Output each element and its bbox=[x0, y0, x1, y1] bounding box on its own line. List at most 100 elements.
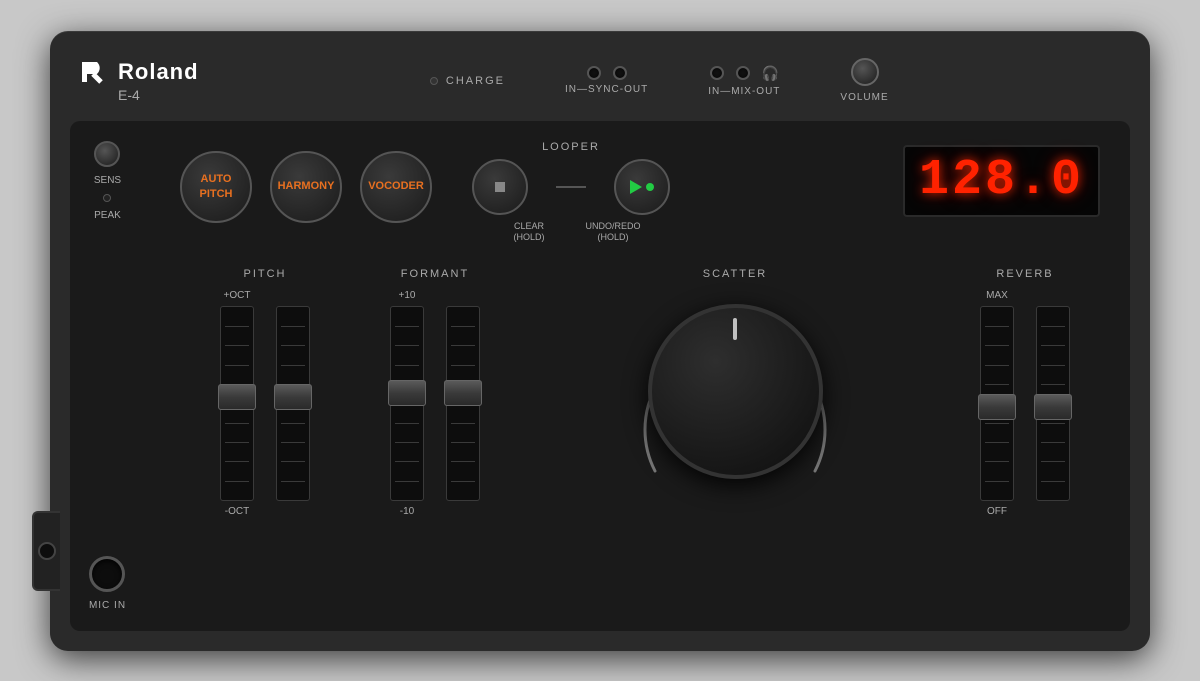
mic-in-protrusion bbox=[32, 511, 60, 591]
reverb-sliders: MAX bbox=[980, 290, 1070, 517]
scatter-knob-area bbox=[648, 304, 823, 479]
sync-in-port[interactable] bbox=[587, 66, 601, 80]
display-box: 128.0 bbox=[903, 145, 1100, 217]
looper-play-button[interactable] bbox=[614, 159, 670, 215]
headphone-icon: 🎧 bbox=[762, 65, 779, 82]
sync-ports-label: IN—SYNC-OUT bbox=[565, 84, 648, 95]
top-row: AUTOPITCH HARMONY VOCODER LOOPER bbox=[180, 141, 1100, 244]
formant-section: FORMANT +10 bbox=[350, 268, 520, 517]
reverb-slider-2-container: MAX bbox=[1036, 290, 1070, 517]
vocoder-button[interactable]: VOCODER bbox=[360, 151, 432, 223]
scatter-knob[interactable] bbox=[648, 304, 823, 479]
volume-area: VOLUME bbox=[840, 58, 888, 103]
formant-slider-2[interactable] bbox=[444, 380, 482, 406]
formant-top-label: +10 bbox=[399, 290, 416, 301]
peak-label: PEAK bbox=[94, 210, 121, 221]
mic-in-jack[interactable] bbox=[89, 556, 125, 592]
pitch-top-label: +OCT bbox=[224, 290, 251, 301]
volume-label: VOLUME bbox=[840, 92, 888, 103]
left-section: SENS PEAK MIC IN bbox=[70, 121, 145, 631]
looper-buttons bbox=[472, 159, 670, 215]
reverb-slider-1-container: MAX bbox=[980, 290, 1014, 517]
formant-bottom-label: -10 bbox=[400, 506, 414, 517]
charge-area: CHARGE bbox=[430, 75, 505, 87]
reverb-bottom-label: OFF bbox=[987, 506, 1007, 517]
mic-in-label: MIC IN bbox=[89, 600, 126, 611]
display-value: 128.0 bbox=[919, 152, 1084, 209]
peak-led bbox=[103, 194, 111, 202]
reverb-title: REVERB bbox=[996, 268, 1053, 280]
harmony-label: HARMONY bbox=[278, 180, 335, 193]
sync-ports-row bbox=[587, 66, 627, 80]
pitch-slider-2[interactable] bbox=[274, 384, 312, 410]
charge-label: CHARGE bbox=[446, 75, 505, 87]
sens-knob[interactable] bbox=[94, 141, 120, 167]
formant-slider-1[interactable] bbox=[388, 380, 426, 406]
roland-logo: Roland bbox=[80, 59, 199, 85]
pitch-slider-2-track bbox=[276, 306, 310, 501]
formant-slider-1-container: +10 bbox=[390, 290, 424, 517]
pitch-bottom-label: -OCT bbox=[225, 506, 249, 517]
brand-name: Roland bbox=[118, 59, 199, 85]
content-area: AUTOPITCH HARMONY VOCODER LOOPER bbox=[180, 141, 1100, 611]
reverb-slider-1-track bbox=[980, 306, 1014, 501]
play-icon bbox=[630, 180, 642, 194]
harmony-button[interactable]: HARMONY bbox=[270, 151, 342, 223]
sync-out-port[interactable] bbox=[613, 66, 627, 80]
charge-led bbox=[430, 77, 438, 85]
effect-buttons: AUTOPITCH HARMONY VOCODER bbox=[180, 141, 432, 223]
roland-e4-device: Roland E-4 CHARGE IN—SYNC-OUT bbox=[50, 31, 1150, 651]
bottom-row: PITCH +OCT bbox=[180, 268, 1100, 517]
reverb-slider-2[interactable] bbox=[1034, 394, 1072, 420]
vocoder-label: VOCODER bbox=[368, 180, 424, 193]
pitch-slider-2-container: +OCT bbox=[276, 290, 310, 517]
auto-pitch-label: AUTOPITCH bbox=[200, 172, 233, 201]
mix-in-port[interactable] bbox=[710, 66, 724, 80]
formant-slider-2-container: +10 bbox=[446, 290, 480, 517]
mic-in-connector[interactable] bbox=[38, 542, 56, 560]
mix-ports-label: IN—MIX-OUT bbox=[708, 86, 780, 97]
stop-icon bbox=[495, 182, 505, 192]
pitch-section: PITCH +OCT bbox=[180, 268, 350, 517]
reverb-slider-2-track bbox=[1036, 306, 1070, 501]
record-icon bbox=[646, 183, 654, 191]
sens-label: SENS bbox=[94, 175, 121, 186]
pitch-slider-1-track bbox=[220, 306, 254, 501]
display-section: 128.0 bbox=[903, 141, 1100, 217]
pitch-slider-1[interactable] bbox=[218, 384, 256, 410]
scatter-section: SCATTER bbox=[520, 268, 950, 479]
formant-slider-1-track bbox=[390, 306, 424, 501]
pitch-sliders: +OCT bbox=[220, 290, 310, 517]
model-name: E-4 bbox=[118, 87, 199, 103]
top-center: CHARGE IN—SYNC-OUT 🎧 IN—MIX-OUT bbox=[199, 58, 1120, 103]
looper-title: LOOPER bbox=[542, 141, 600, 153]
sens-section: SENS PEAK bbox=[94, 141, 121, 221]
roland-r-icon bbox=[80, 60, 112, 84]
sync-ports-group: IN—SYNC-OUT bbox=[565, 66, 648, 95]
mic-in-section: MIC IN bbox=[89, 556, 126, 611]
auto-pitch-button[interactable]: AUTOPITCH bbox=[180, 151, 252, 223]
clear-label: CLEAR(HOLD) bbox=[501, 221, 557, 244]
scatter-knob-indicator bbox=[733, 318, 737, 340]
formant-title: FORMANT bbox=[401, 268, 469, 280]
main-panel: SENS PEAK MIC IN AUTOPITCH HARMONY bbox=[70, 121, 1130, 631]
reverb-top-label: MAX bbox=[986, 290, 1008, 301]
pitch-title: PITCH bbox=[244, 268, 287, 280]
mix-ports-row: 🎧 bbox=[710, 65, 779, 82]
looper-labels: CLEAR(HOLD) UNDO/REDO(HOLD) bbox=[501, 221, 641, 244]
formant-slider-2-track bbox=[446, 306, 480, 501]
scatter-title: SCATTER bbox=[703, 268, 768, 280]
formant-sliders: +10 bbox=[390, 290, 480, 517]
looper-section: LOOPER CLEAR(HOLD) bbox=[452, 141, 670, 244]
brand-area: Roland E-4 bbox=[80, 59, 199, 103]
reverb-slider-1[interactable] bbox=[978, 394, 1016, 420]
reverb-section: REVERB MAX bbox=[950, 268, 1100, 517]
pitch-slider-1-container: +OCT bbox=[220, 290, 254, 517]
mix-out-port[interactable] bbox=[736, 66, 750, 80]
mix-ports-group: 🎧 IN—MIX-OUT bbox=[708, 65, 780, 97]
looper-clear-button[interactable] bbox=[472, 159, 528, 215]
looper-line bbox=[556, 186, 586, 188]
volume-knob[interactable] bbox=[851, 58, 879, 86]
undo-redo-label: UNDO/REDO(HOLD) bbox=[585, 221, 641, 244]
top-bar: Roland E-4 CHARGE IN—SYNC-OUT bbox=[50, 31, 1150, 131]
